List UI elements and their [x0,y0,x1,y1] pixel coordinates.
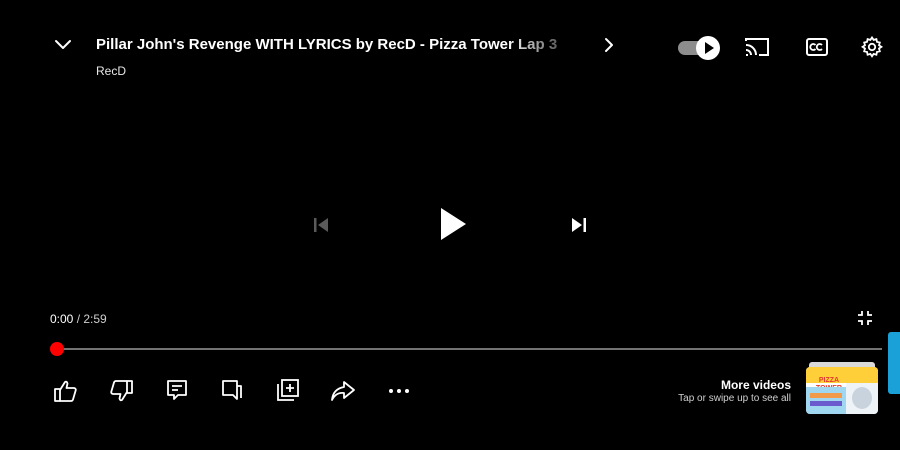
share-icon [331,381,355,401]
cast-button[interactable] [744,36,770,58]
time-separator: / [73,312,84,326]
progress-track[interactable] [57,348,882,350]
more-videos-title[interactable]: More videos [721,378,791,392]
autoplay-knob [696,36,720,60]
chevron-right-icon [605,38,613,52]
more-videos-thumbnail[interactable]: PIZZA TOWER [805,362,879,414]
thumbs-up-icon [54,380,77,402]
progress-thumb[interactable] [50,342,64,356]
previous-button[interactable] [310,214,332,236]
exit-fullscreen-icon [858,311,872,325]
save-button[interactable] [276,378,300,402]
collapse-button[interactable] [52,34,74,56]
next-icon [572,218,586,232]
like-button[interactable] [53,379,79,403]
more-horizontal-icon [389,389,409,393]
chat-icon [222,380,242,400]
dislike-button[interactable] [108,379,134,403]
cast-icon [745,38,769,56]
previous-icon [314,218,328,232]
thumbnail-art-stripe1 [810,393,842,398]
thumbnail-image: PIZZA TOWER [806,367,878,414]
current-time: 0:00 [50,312,74,326]
exit-fullscreen-button[interactable] [856,309,874,327]
time-display: 0:00 / 2:59 [50,312,107,326]
edge-panel-handle[interactable] [888,332,900,394]
gear-icon [860,35,884,58]
thumbs-down-icon [110,380,133,402]
video-title[interactable]: Pillar John's Revenge WITH LYRICS by Rec… [96,36,586,53]
play-small-icon [705,42,714,54]
cc-icon [806,38,828,56]
comment-icon [167,380,187,400]
live-chat-button[interactable] [220,378,244,402]
settings-button[interactable] [860,35,884,59]
add-to-playlist-icon [277,379,299,401]
thumbnail-art-stripe2 [810,401,842,406]
captions-button[interactable] [806,37,828,57]
next-button[interactable] [568,214,590,236]
play-icon [441,208,466,240]
play-button[interactable] [436,205,470,243]
next-title-button[interactable] [600,36,618,54]
autoplay-toggle[interactable] [678,36,720,60]
thumbnail-character [852,387,872,409]
channel-name[interactable]: RecD [96,64,126,78]
chevron-down-icon [55,40,71,49]
more-actions-button[interactable] [387,380,411,402]
duration: 2:59 [83,312,107,326]
comments-button[interactable] [165,378,189,402]
more-videos-subtitle: Tap or swipe up to see all [678,393,791,404]
share-button[interactable] [330,379,356,403]
